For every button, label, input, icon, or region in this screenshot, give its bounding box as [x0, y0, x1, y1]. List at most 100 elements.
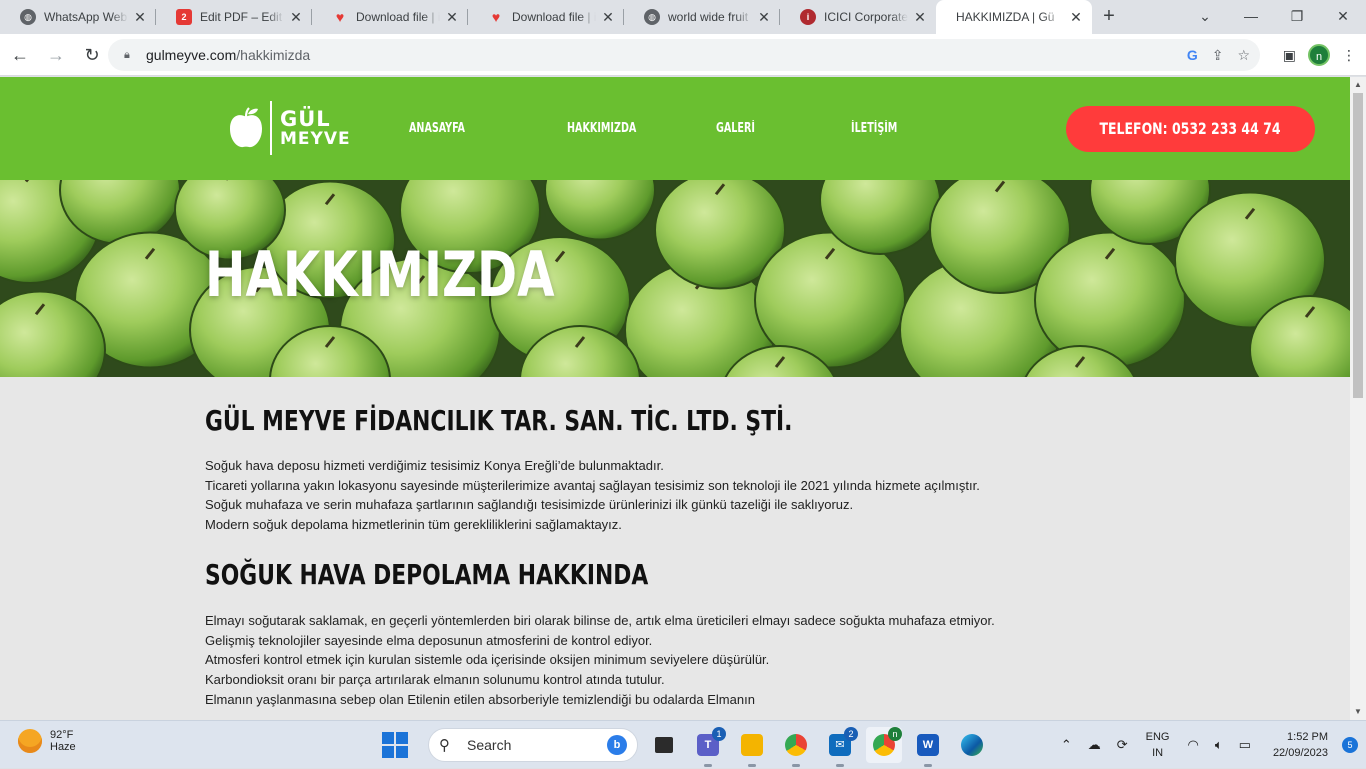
nav-hakkimizda[interactable]: HAKKIMIZDA: [567, 121, 636, 136]
teams-icon[interactable]: T1: [690, 727, 726, 767]
scrollbar-thumb[interactable]: [1353, 93, 1363, 398]
close-icon[interactable]: ✕: [912, 9, 928, 25]
task-view-icon[interactable]: [646, 727, 682, 763]
wifi-icon[interactable]: ◠: [1187, 737, 1198, 753]
notification-badge[interactable]: 5: [1342, 737, 1358, 753]
close-icon[interactable]: ✕: [756, 9, 772, 25]
omnibox-actions: G ⇪ ☆: [1187, 39, 1250, 71]
weather-condition: Haze: [50, 741, 76, 753]
logo-line-2: MEYVE: [280, 128, 351, 149]
tab-label: world wide fruit (: [668, 10, 752, 24]
edge-icon[interactable]: [954, 727, 990, 763]
paragraph-line: Elmanın yaşlanmasına sebep olan Etilenin…: [205, 691, 755, 707]
word-icon[interactable]: W: [910, 727, 946, 767]
taskbar-apps: ⚲ Search b T1 ✉ 2 n W: [382, 727, 990, 767]
cold-storage-description: Elmayı soğutarak saklamak, en geçerli yö…: [205, 611, 1105, 710]
hero-title: HAKKIMIZDA: [205, 238, 555, 311]
share-icon[interactable]: ⇪: [1212, 47, 1224, 64]
chevron-up-icon[interactable]: ⌃: [1061, 737, 1072, 753]
cold-storage-title: SOĞUK HAVA DEPOLAMA HAKKINDA: [205, 557, 649, 591]
system-tray: ⌃ ☁ ⟳ ENG IN ◠ 🔈︎ ▭ 1:52 PM 22/09/2023 5: [1053, 721, 1358, 769]
page-scrollbar[interactable]: ▲ ▼: [1350, 77, 1366, 720]
tab-hakkimizda[interactable]: HAKKIMIZDA | Gü ✕: [936, 0, 1092, 34]
scroll-down-arrow-icon[interactable]: ▼: [1350, 704, 1366, 720]
nav-anasayfa[interactable]: ANASAYFA: [409, 121, 465, 136]
minimize-button[interactable]: —: [1228, 0, 1274, 34]
mail-icon[interactable]: ✉ 2: [822, 727, 858, 767]
paragraph-line: Soğuk hava deposu hizmeti verdiğimiz tes…: [205, 458, 664, 473]
tab-icici[interactable]: i ICICI Corporate e ✕: [780, 0, 936, 34]
green-apples-image: [0, 180, 1350, 377]
tab-download-2[interactable]: ♥ Download file | iL ✕: [468, 0, 624, 34]
chrome-profile-icon[interactable]: n: [866, 727, 902, 763]
close-icon[interactable]: ✕: [1068, 9, 1084, 25]
apple-logo-icon: [228, 107, 264, 149]
file-explorer-icon[interactable]: [734, 727, 770, 767]
teams-badge: 1: [712, 727, 726, 741]
site-logo[interactable]: GÜL MEYVE: [228, 99, 351, 157]
tab-download-1[interactable]: ♥ Download file | iL ✕: [312, 0, 468, 34]
paragraph-line: Modern soğuk depolama hizmetlerinin tüm …: [205, 517, 622, 533]
side-panel-icon[interactable]: ▣: [1283, 47, 1296, 64]
heart-icon: ♥: [491, 9, 501, 25]
windows-start-icon[interactable]: [382, 732, 408, 758]
forward-button[interactable]: →: [40, 39, 72, 71]
paragraph-line: Atmosferi kontrol etmek için kurulan sis…: [205, 652, 770, 668]
clock-time: 1:52 PM: [1287, 731, 1328, 743]
company-title: GÜL MEYVE FİDANCILIK TAR. SAN. TİC. LTD.…: [205, 404, 793, 437]
google-lens-icon[interactable]: G: [1187, 47, 1198, 63]
language-line-1: ENG: [1145, 731, 1170, 743]
globe-icon: ◍: [20, 9, 36, 25]
tab-edit-pdf[interactable]: 2 Edit PDF – Edit PDF ✕: [156, 0, 312, 34]
toolbar-right: ▣ n ⋮: [1283, 39, 1356, 71]
clock[interactable]: 1:52 PM 22/09/2023: [1273, 729, 1328, 761]
weather-widget[interactable]: 92°F Haze: [18, 729, 76, 753]
chrome-profile-badge: n: [888, 727, 902, 741]
tab-search-icon[interactable]: ⌄: [1182, 0, 1228, 34]
close-icon[interactable]: ✕: [600, 9, 616, 25]
tab-label: Download file | iL: [356, 10, 440, 24]
weather-temp: 92°F: [50, 729, 74, 741]
pdf-edit-icon: 2: [176, 9, 192, 25]
about-content: GÜL MEYVE FİDANCILIK TAR. SAN. TİC. LTD.…: [205, 377, 1105, 709]
logo-line-1: GÜL: [280, 106, 331, 131]
tab-strip: ◍ WhatsApp Web ✕ 2 Edit PDF – Edit PDF ✕…: [0, 0, 1366, 34]
sync-icon[interactable]: ⟳: [1117, 737, 1128, 753]
paragraph-line: Elmayı soğutarak saklamak, en geçerli yö…: [205, 612, 995, 628]
volume-icon[interactable]: 🔈︎: [1215, 737, 1223, 753]
close-icon[interactable]: ✕: [132, 9, 148, 25]
globe-icon: ◍: [644, 9, 660, 25]
windows-taskbar: 92°F Haze ⚲ Search b T1 ✉ 2 n W ⌃ ☁ ⟳ ENG…: [0, 720, 1366, 768]
tab-label: WhatsApp Web: [44, 10, 128, 24]
back-button[interactable]: ←: [4, 39, 36, 71]
lock-icon[interactable]: 🔒︎: [124, 49, 136, 62]
language-indicator[interactable]: ENG IN: [1146, 729, 1170, 761]
menu-kebab-icon[interactable]: ⋮: [1342, 47, 1356, 64]
reload-button[interactable]: ↻: [76, 39, 108, 71]
address-bar[interactable]: 🔒︎ gulmeyve.com/hakkimizda G ⇪ ☆: [108, 39, 1260, 71]
bing-icon[interactable]: b: [607, 735, 627, 755]
nav-galeri[interactable]: GALERİ: [716, 121, 755, 136]
phone-button-label: TELEFON: 0532 233 44 74: [1100, 119, 1281, 138]
logo-wordmark: GÜL MEYVE: [280, 106, 351, 149]
close-icon[interactable]: ✕: [288, 9, 304, 25]
mail-badge: 2: [844, 727, 858, 741]
chrome-icon[interactable]: [778, 727, 814, 767]
bookmark-star-icon[interactable]: ☆: [1237, 47, 1250, 64]
close-icon[interactable]: ✕: [444, 9, 460, 25]
battery-icon[interactable]: ▭: [1239, 737, 1251, 753]
tab-world-wide-fruit[interactable]: ◍ world wide fruit ( ✕: [624, 0, 780, 34]
onedrive-cloud-icon[interactable]: ☁: [1088, 737, 1101, 753]
nav-iletisim[interactable]: İLETİŞİM: [851, 121, 897, 136]
logo-divider: [270, 101, 272, 155]
new-tab-button[interactable]: +: [1092, 0, 1126, 34]
tab-whatsapp[interactable]: ◍ WhatsApp Web ✕: [0, 0, 156, 34]
clock-date: 22/09/2023: [1272, 747, 1328, 759]
restore-button[interactable]: ❐: [1274, 0, 1320, 34]
close-window-button[interactable]: ✕: [1320, 0, 1366, 34]
tab-label: HAKKIMIZDA | Gü: [956, 10, 1055, 24]
phone-button[interactable]: TELEFON: 0532 233 44 74: [1066, 106, 1315, 152]
taskbar-search[interactable]: ⚲ Search b: [428, 728, 638, 762]
profile-avatar[interactable]: n: [1308, 44, 1330, 66]
scroll-up-arrow-icon[interactable]: ▲: [1350, 77, 1366, 93]
